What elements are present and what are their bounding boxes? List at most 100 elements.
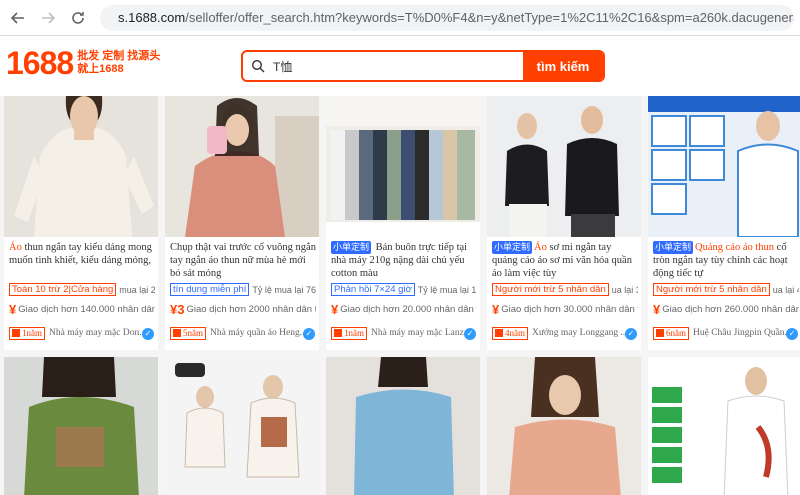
seller-row[interactable]: 5năm Nhà máy quần áo Heng...: [170, 326, 318, 340]
search-icon: [243, 52, 273, 80]
repurchase-rate: Tỷ lệ mua lại 17,22%: [417, 284, 477, 295]
year-label: 1năm: [22, 327, 42, 338]
title-text: thun ngắn tay kiểu dáng mong muốn tinh k…: [9, 242, 152, 266]
logo-number: 1688: [6, 45, 74, 81]
year-badge: 1năm: [9, 326, 45, 340]
transaction-volume: Giao dịch hơn 140.000 nhân dân tệ: [18, 303, 155, 315]
shop-icon: [656, 329, 664, 337]
price: ¥3: [170, 301, 185, 317]
logo-line-2: 就上1688: [77, 63, 124, 75]
forward-arrow-icon[interactable]: [36, 6, 60, 30]
wangwang-chat-icon[interactable]: ✓: [625, 328, 637, 340]
promo-tag: Người mới trừ 5 nhân dân: [492, 283, 609, 296]
product-card[interactable]: [326, 357, 480, 495]
year-label: 6năm: [666, 327, 686, 338]
site-header: 1688 批发 定制 找源头 就上1688 tìm kiếm: [0, 36, 800, 96]
price: ¥: [331, 301, 339, 317]
promo-tag: tín dụng miễn phí: [170, 283, 250, 296]
repurchase-rate: ua lại 49,04%: [772, 284, 799, 295]
year-badge: 4năm: [492, 326, 528, 340]
title-text: Chụp thật vai trước cổ vuông ngắn tay ng…: [170, 242, 316, 279]
shop-icon: [173, 329, 181, 337]
product-title[interactable]: Chụp thật vai trước cổ vuông ngắn tay ng…: [170, 241, 316, 280]
year-badge: 1năm: [331, 326, 367, 340]
price: ¥: [9, 301, 17, 317]
search-input[interactable]: [273, 52, 523, 80]
year-badge: 6năm: [653, 326, 689, 340]
product-card[interactable]: [487, 357, 641, 495]
product-title[interactable]: 小单定制 Bán buôn trực tiếp tại nhà máy 210g…: [331, 241, 477, 280]
product-card[interactable]: 小单定制 Bán buôn trực tiếp tại nhà máy 210g…: [326, 96, 480, 350]
product-card[interactable]: 小单定制 Quảng cáo áo thun cổ tròn ngắn tay t…: [648, 96, 800, 350]
product-title[interactable]: 小单定制 Quảng cáo áo thun cổ tròn ngắn tay t…: [653, 241, 799, 280]
url-path: /selloffer/offer_search.htm?keywords=T%D…: [185, 10, 794, 25]
product-image[interactable]: [4, 96, 158, 237]
seller-row[interactable]: 4năm Xưởng may Longgang ...: [492, 326, 640, 340]
title-highlight: Áo: [9, 242, 22, 253]
price: ¥: [653, 301, 661, 317]
promo-tag: Phản hồi 7×24 giờ: [331, 283, 415, 296]
year-label: 1năm: [344, 327, 364, 338]
custom-order-badge: 小单定制: [492, 241, 533, 254]
title-highlight: Quảng cáo áo thun: [695, 242, 775, 253]
seller-row[interactable]: 1năm Nhà máy may mặc Don...: [9, 326, 157, 340]
year-label: 5năm: [183, 327, 203, 338]
transaction-volume: Giao dịch hơn 260.000 nhân dân tệ: [662, 303, 799, 315]
search-button[interactable]: tìm kiếm: [523, 52, 603, 80]
repurchase-rate: ua lại 34,59%: [611, 284, 638, 295]
seller-name: Nhà máy quần áo Heng...: [210, 328, 307, 338]
transaction-volume: Giao dịch hơn 20.000 nhân dân tệ: [340, 303, 477, 315]
product-image[interactable]: [648, 357, 800, 495]
custom-order-badge: 小单定制: [653, 241, 694, 254]
product-card[interactable]: Chụp thật vai trước cổ vuông ngắn tay ng…: [165, 96, 319, 350]
url-host: s.1688.com: [118, 10, 186, 25]
product-image[interactable]: [487, 96, 641, 237]
seller-name: Nhà máy may mặc Don...: [49, 328, 147, 338]
shop-icon: [12, 329, 20, 337]
product-card[interactable]: [648, 357, 800, 495]
product-image[interactable]: [165, 96, 319, 237]
seller-name: Huệ Châu Jingpin Quần...: [693, 328, 792, 338]
product-card[interactable]: [4, 357, 158, 495]
transaction-volume: Giao dịch hơn 2000 nhân dân tệ: [186, 303, 316, 315]
back-arrow-icon[interactable]: [6, 6, 30, 30]
product-card[interactable]: Áo thun ngắn tay kiểu dáng mong muốn tin…: [4, 96, 158, 350]
product-image[interactable]: [487, 357, 641, 495]
shop-icon: [495, 329, 503, 337]
wangwang-chat-icon[interactable]: ✓: [142, 328, 154, 340]
wangwang-chat-icon[interactable]: ✓: [786, 328, 798, 340]
site-logo[interactable]: 1688 批发 定制 找源头 就上1688: [6, 47, 160, 79]
repurchase-rate: mua lại 2,38%: [119, 284, 155, 295]
product-image[interactable]: [326, 96, 480, 237]
product-title[interactable]: Áo thun ngắn tay kiểu dáng mong muốn tin…: [9, 241, 155, 280]
seller-name: Nhà máy may mặc Lanz...: [371, 328, 471, 338]
transaction-volume: Giao dịch hơn 30.000 nhân dân tệ: [501, 303, 638, 315]
product-card[interactable]: 小单定制 Áo sơ mi ngắn tay quảng cáo áo sơ mi…: [487, 96, 641, 350]
search-box: tìm kiếm: [241, 50, 605, 82]
product-card[interactable]: [165, 357, 319, 495]
reload-icon[interactable]: [66, 6, 90, 30]
repurchase-rate: Tỷ lệ mua lại 76,92%: [252, 284, 316, 295]
custom-order-badge: 小单定制: [331, 241, 372, 254]
product-image[interactable]: [326, 357, 480, 495]
title-highlight: Áo: [534, 242, 547, 253]
browser-toolbar: s.1688.com/selloffer/offer_search.htm?ke…: [0, 0, 800, 36]
product-grid: Áo thun ngắn tay kiểu dáng mong muốn tin…: [0, 96, 800, 495]
product-image[interactable]: [648, 96, 800, 237]
seller-row[interactable]: 6năm Huệ Châu Jingpin Quần...: [653, 326, 800, 340]
product-image[interactable]: [165, 357, 319, 495]
shop-icon: [334, 329, 342, 337]
seller-name: Xưởng may Longgang ...: [532, 328, 628, 338]
promo-tag: Người mới trừ 5 nhân dân: [653, 283, 770, 296]
wangwang-chat-icon[interactable]: ✓: [303, 328, 315, 340]
year-badge: 5năm: [170, 326, 206, 340]
logo-tagline: 批发 定制 找源头 就上1688: [77, 50, 160, 76]
promo-tag: Toàn 10 trừ 2|Cửa hàng: [9, 283, 117, 296]
wangwang-chat-icon[interactable]: ✓: [464, 328, 476, 340]
price: ¥: [492, 301, 500, 317]
product-image[interactable]: [4, 357, 158, 495]
product-title[interactable]: 小单定制 Áo sơ mi ngắn tay quảng cáo áo sơ mi…: [492, 241, 638, 280]
seller-row[interactable]: 1năm Nhà máy may mặc Lanz...: [331, 326, 479, 340]
address-bar[interactable]: s.1688.com/selloffer/offer_search.htm?ke…: [100, 4, 794, 31]
logo-line-1: 批发 定制 找源头: [77, 50, 161, 62]
